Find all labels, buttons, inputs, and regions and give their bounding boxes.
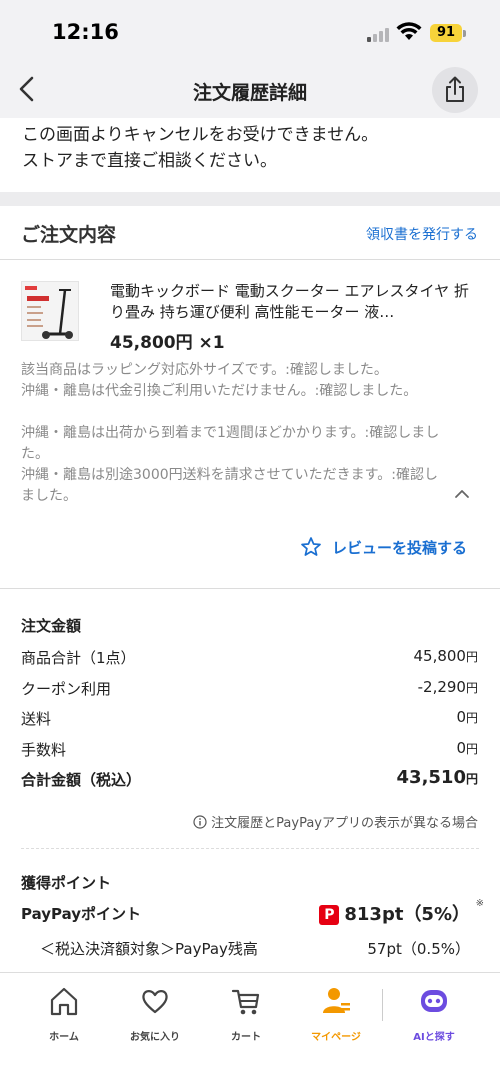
option-line-2: 沖縄・離島は代金引換ご利用いただけません。:確認しました。 bbox=[21, 383, 418, 399]
receipt-link[interactable]: 領収書を発行する bbox=[366, 224, 478, 244]
total-value: 43,510円 bbox=[397, 767, 478, 788]
fee-label: 手数料 bbox=[21, 741, 67, 759]
share-icon bbox=[446, 76, 464, 102]
notice-line-1: この画面よりキャンセルをお受けできません。 bbox=[22, 125, 379, 145]
product-thumbnail[interactable] bbox=[21, 281, 79, 341]
currency-unit: 円 bbox=[465, 681, 478, 695]
display-difference-note[interactable]: 注文履歴とPayPayアプリの表示が異なる場合 bbox=[193, 812, 478, 831]
status-bar: 12:16 91 bbox=[0, 0, 500, 62]
currency-unit: 円 bbox=[465, 711, 478, 725]
star-icon bbox=[301, 537, 321, 556]
currency-unit: 円 bbox=[465, 742, 478, 756]
currency-unit: 円 bbox=[465, 650, 478, 664]
bottom-tab-bar: ホーム お気に入り カート マイページ AIと探す bbox=[0, 972, 500, 1080]
shipping-value: 0円 bbox=[456, 708, 478, 726]
option-line-1: 該当商品はラッピング対応外サイズです。:確認しました。 bbox=[21, 362, 388, 378]
cart-icon bbox=[231, 989, 260, 1015]
tab-cart[interactable]: カート bbox=[206, 983, 286, 1043]
post-review-label: レビューを投稿する bbox=[332, 539, 468, 557]
asterisk-note: ※ bbox=[475, 898, 484, 909]
section-separator bbox=[0, 192, 500, 206]
coupon-amount: -2,290 bbox=[417, 678, 466, 696]
info-icon bbox=[193, 815, 207, 829]
subtotal-amount: 45,800 bbox=[413, 647, 466, 665]
fee-value: 0円 bbox=[456, 739, 478, 757]
paypay-logo-icon: P bbox=[319, 905, 340, 925]
shipping-label: 送料 bbox=[21, 710, 52, 728]
tab-home[interactable]: ホーム bbox=[24, 983, 104, 1043]
paypay-points-label: PayPayポイント bbox=[21, 905, 142, 923]
page-title: 注文履歴詳細 bbox=[192, 82, 307, 104]
tab-ai-search-label: AIと探す bbox=[413, 1032, 455, 1043]
product-name[interactable]: 電動キックボード 電動スクーター エアレスタイヤ 折り畳み 持ち運び便利 高性能… bbox=[110, 281, 480, 323]
tab-mypage-label: マイページ bbox=[311, 1032, 361, 1043]
tab-favorites[interactable]: お気に入り bbox=[115, 983, 195, 1043]
chevron-up-icon[interactable] bbox=[452, 484, 472, 504]
tab-ai-search[interactable]: AIと探す bbox=[394, 983, 474, 1043]
battery-cap bbox=[463, 30, 466, 37]
heart-icon bbox=[142, 990, 168, 1014]
paypay-balance-value: 57pt（0.5%） bbox=[367, 940, 470, 958]
home-icon bbox=[50, 987, 78, 1016]
option-line-4: 沖縄・離島は別途3000円送料を請求させていただきます。:確認しました。 bbox=[21, 467, 438, 504]
status-time: 12:16 bbox=[52, 20, 119, 44]
battery-icon: 91 bbox=[430, 24, 462, 42]
total-amount: 43,510 bbox=[396, 767, 466, 788]
tab-separator bbox=[382, 989, 383, 1021]
kick-scooter-image bbox=[25, 286, 73, 339]
wifi-icon bbox=[396, 22, 422, 40]
paypay-points-amount: 813pt（5%） bbox=[344, 904, 470, 925]
total-label: 合計金額（税込） bbox=[21, 771, 142, 789]
paypay-points-value: P 813pt（5%） bbox=[319, 900, 470, 926]
tab-cart-label: カート bbox=[231, 1032, 261, 1043]
ai-robot-icon bbox=[421, 990, 447, 1012]
tab-mypage[interactable]: マイページ bbox=[296, 983, 376, 1043]
coupon-value: -2,290円 bbox=[418, 678, 478, 696]
tab-home-label: ホーム bbox=[49, 1032, 79, 1043]
option-line-3: 沖縄・離島は出荷から到着まで1週間ほどかかります。:確認しました。 bbox=[21, 425, 440, 462]
cellular-signal-icon bbox=[367, 26, 391, 42]
post-review-button[interactable]: レビューを投稿する bbox=[300, 534, 480, 560]
cancel-notice: この画面よりキャンセルをお受けできません。 ストアまで直接ご相談ください。 bbox=[22, 122, 378, 174]
coupon-label: クーポン利用 bbox=[21, 680, 112, 698]
dotted-divider bbox=[21, 848, 479, 849]
screen: 12:16 91 注文履歴詳細 この画面よりキャンセルをお受けできません。 スト… bbox=[0, 0, 500, 1080]
points-title: 獲得ポイント bbox=[21, 874, 112, 892]
divider bbox=[0, 259, 500, 260]
order-contents-title: ご注文内容 bbox=[21, 224, 117, 246]
order-amount-title: 注文金額 bbox=[21, 617, 82, 635]
share-button[interactable] bbox=[432, 67, 478, 113]
shipping-amount: 0 bbox=[456, 708, 466, 726]
display-difference-text: 注文履歴とPayPayアプリの表示が異なる場合 bbox=[211, 816, 478, 831]
person-icon bbox=[323, 988, 350, 1013]
subtotal-label: 商品合計（1点） bbox=[21, 649, 136, 667]
paypay-balance-label: ＜税込決済額対象＞PayPay残高 bbox=[40, 940, 258, 958]
currency-unit: 円 bbox=[465, 772, 478, 786]
fee-amount: 0 bbox=[456, 739, 466, 757]
subtotal-value: 45,800円 bbox=[413, 647, 478, 665]
notice-line-2: ストアまで直接ご相談ください。 bbox=[22, 151, 277, 171]
nav-bar: 注文履歴詳細 bbox=[0, 62, 500, 118]
divider bbox=[0, 588, 500, 589]
product-price: 45,800円 ×1 bbox=[110, 333, 225, 353]
tab-favorites-label: お気に入り bbox=[130, 1032, 180, 1043]
